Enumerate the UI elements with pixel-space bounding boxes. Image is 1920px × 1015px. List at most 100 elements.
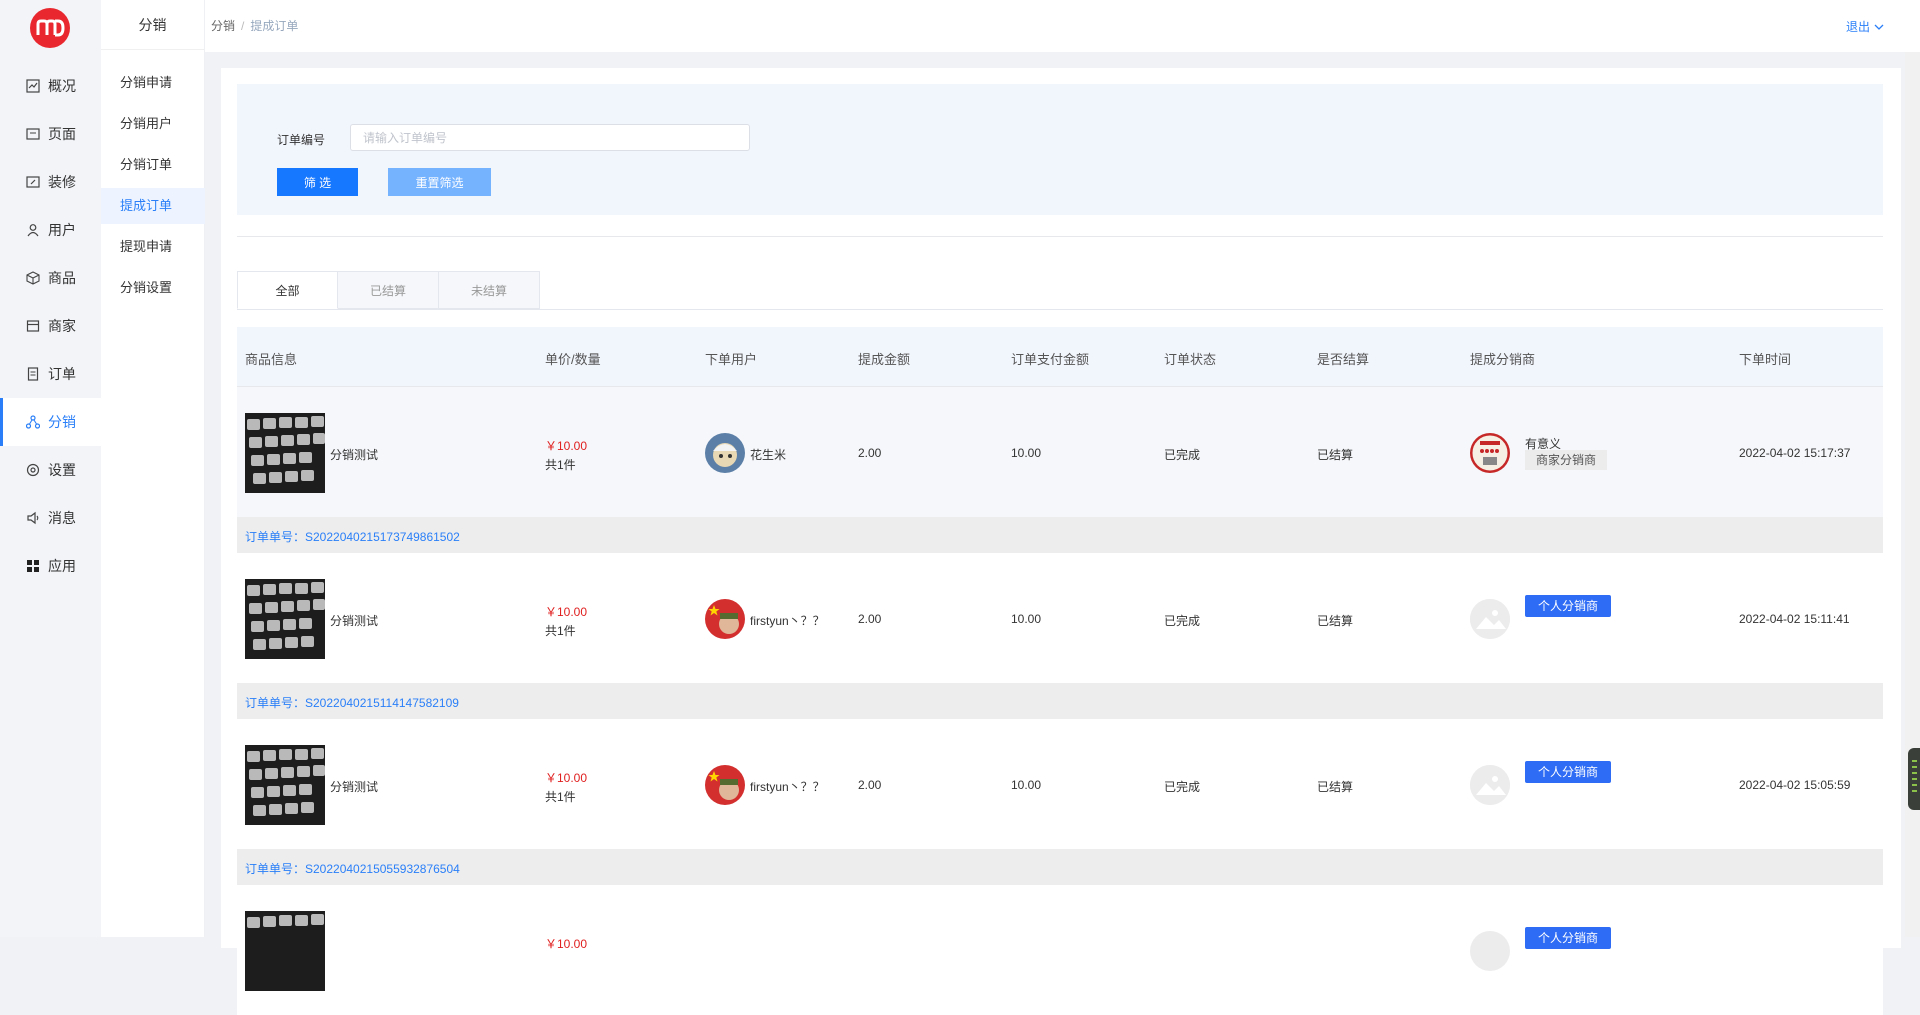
order-no-label: 订单编号	[277, 133, 326, 147]
commission-amount: 2.00	[858, 446, 882, 460]
page-icon	[26, 127, 40, 141]
tab-all[interactable]: 全部	[237, 271, 338, 309]
rail-item-settings[interactable]: 设置	[0, 446, 101, 494]
rail-item-messages[interactable]: 消息	[0, 494, 101, 542]
order-status: 已完成	[1164, 614, 1201, 628]
rail-item-goods[interactable]: 商品	[0, 254, 101, 302]
rail-item-label: 消息	[48, 510, 76, 526]
chevron-down-icon	[1874, 24, 1884, 30]
rail-item-label: 页面	[48, 126, 76, 142]
gear-icon	[26, 463, 40, 477]
product-thumbnail	[245, 911, 325, 991]
apps-grid-icon	[26, 559, 40, 573]
table-row: ￥10.00 个人分销商	[237, 885, 1883, 1015]
rail-item-overview[interactable]: 概况	[0, 62, 101, 110]
pay-amount: 10.00	[1011, 778, 1042, 792]
settle-status: 已结算	[1317, 448, 1354, 462]
submenu-item-commission-orders[interactable]: 提成订单	[101, 188, 205, 224]
order-number[interactable]: 订单单号：S2022040215173749861502	[245, 528, 460, 545]
floating-widget-handle[interactable]	[1908, 748, 1920, 810]
th-order-status: 订单状态	[1164, 352, 1217, 367]
rail-item-apps[interactable]: 应用	[0, 542, 101, 590]
submenu-item-users[interactable]: 分销用户	[101, 106, 205, 142]
table-header: 商品信息 单价/数量 下单用户 提成金额 订单支付金额 订单状态 是否结算 提成…	[237, 327, 1883, 387]
widget-indicator	[1912, 760, 1917, 762]
user-avatar	[705, 433, 745, 473]
user-avatar	[705, 765, 745, 805]
distributor-avatar-placeholder	[1470, 931, 1510, 971]
order-number-bar: 订单单号：S2022040215173749861502	[237, 517, 1883, 553]
order-status: 已完成	[1164, 448, 1201, 462]
submenu-title: 分销	[101, 0, 204, 50]
breadcrumb-current: 提成订单	[250, 19, 299, 33]
divider	[237, 236, 1883, 237]
user-name: 花生米	[750, 448, 787, 462]
rail-item-distribution[interactable]: 分销	[0, 398, 101, 446]
order-time: 2022-04-02 15:17:37	[1739, 446, 1851, 460]
quantity: 共1件	[545, 790, 576, 804]
rail-item-label: 用户	[48, 222, 76, 238]
rail-item-label: 装修	[48, 174, 76, 190]
distribution-icon	[26, 415, 40, 429]
submenu-item-orders[interactable]: 分销订单	[101, 147, 205, 183]
logout-dropdown[interactable]: 退出	[1846, 18, 1884, 35]
settle-status: 已结算	[1317, 780, 1354, 794]
rail-item-merchants[interactable]: 商家	[0, 302, 101, 350]
table-row: 分销测试 ￥10.00 共1件 花生米 2.00 10.00 已完成 已结算 有…	[237, 387, 1883, 517]
rail-item-label: 分销	[48, 414, 76, 430]
rail-item-label: 设置	[48, 462, 76, 478]
product-thumbnail	[245, 413, 325, 493]
breadcrumb-separator: /	[241, 19, 245, 33]
chart-icon	[26, 79, 40, 93]
rail-item-users[interactable]: 用户	[0, 206, 101, 254]
rail-item-orders[interactable]: 订单	[0, 350, 101, 398]
submenu-item-withdrawals[interactable]: 提现申请	[101, 229, 205, 265]
distributor-avatar	[1470, 433, 1510, 473]
widget-indicator	[1912, 772, 1917, 774]
tabs-underline	[237, 309, 1883, 310]
distributor-type-tag: 个人分销商	[1525, 927, 1612, 949]
submenu-item-settings[interactable]: 分销设置	[101, 270, 205, 306]
widget-indicator	[1912, 784, 1917, 786]
rail-item-label: 商家	[48, 318, 76, 334]
user-icon	[26, 223, 40, 237]
store-icon	[26, 319, 40, 333]
filter-button[interactable]: 筛 选	[277, 168, 358, 196]
widget-indicator	[1912, 790, 1917, 792]
table-row: 分销测试 ￥10.00 共1件 firstyun丶？？ 2.00 10.00 已…	[237, 553, 1883, 683]
th-settled: 是否结算	[1317, 352, 1370, 367]
distributor-type-tag: 个人分销商	[1525, 595, 1612, 617]
brand-logo[interactable]	[30, 8, 70, 48]
order-number[interactable]: 订单单号：S2022040215114147582109	[245, 694, 459, 711]
product-name: 分销测试	[330, 780, 379, 794]
pay-amount: 10.00	[1011, 612, 1042, 626]
unit-price: ￥10.00	[545, 605, 588, 619]
product-name: 分销测试	[330, 614, 379, 628]
order-time: 2022-04-02 15:05:59	[1739, 778, 1851, 792]
rail-item-label: 订单	[48, 366, 76, 382]
widget-indicator	[1912, 766, 1917, 768]
distributor-avatar-placeholder	[1470, 765, 1510, 805]
rail-item-label: 商品	[48, 270, 76, 286]
submenu-item-applications[interactable]: 分销申请	[101, 65, 205, 101]
order-no-input[interactable]	[350, 124, 750, 151]
product-thumbnail	[245, 579, 325, 659]
decorate-icon	[26, 175, 40, 189]
reset-filter-button[interactable]: 重置筛选	[388, 168, 491, 196]
breadcrumb-parent[interactable]: 分销	[211, 19, 235, 33]
tab-unsettled[interactable]: 未结算	[439, 271, 540, 309]
th-user: 下单用户	[705, 352, 758, 367]
distributor-avatar-placeholder	[1470, 599, 1510, 639]
order-number[interactable]: 订单单号：S2022040215055932876504	[245, 860, 460, 877]
order-icon	[26, 367, 40, 381]
quantity: 共1件	[545, 458, 576, 472]
rail-item-decorate[interactable]: 装修	[0, 158, 101, 206]
tab-settled[interactable]: 已结算	[338, 271, 439, 309]
unit-price: ￥10.00	[545, 439, 588, 453]
pay-amount: 10.00	[1011, 446, 1042, 460]
unit-price: ￥10.00	[545, 771, 588, 785]
product-name: 分销测试	[330, 448, 379, 462]
rail-item-pages[interactable]: 页面	[0, 110, 101, 158]
rail-item-label: 概况	[48, 78, 76, 94]
th-product: 商品信息	[245, 352, 298, 367]
